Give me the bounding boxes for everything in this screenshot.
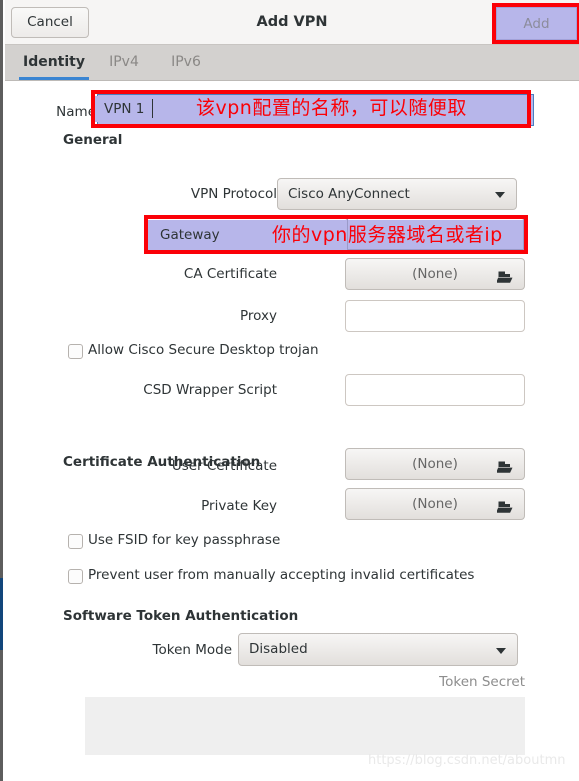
ca-certificate-file-button[interactable]: (None) [345, 258, 525, 290]
vpn-protocol-label: VPN Protocol [190, 186, 277, 202]
user-certificate-label: User Certificate [171, 458, 277, 474]
token-secret-textarea[interactable] [85, 697, 525, 755]
prevent-invalid-certs-label: Prevent user from manually accepting inv… [88, 567, 475, 583]
private-key-label: Private Key [201, 498, 277, 514]
name-label: Name [56, 104, 96, 120]
name-input-value-overlay: VPN 1 [104, 101, 145, 117]
tab-identity[interactable]: Identity [19, 45, 89, 80]
csd-wrapper-script-input[interactable] [345, 374, 525, 406]
chevron-down-icon [496, 647, 506, 654]
use-fsid-label: Use FSID for key passphrase [88, 532, 281, 548]
name-annotation-box [91, 90, 531, 128]
proxy-label: Proxy [240, 308, 277, 324]
tab-ipv4[interactable]: IPv4 [101, 45, 147, 80]
csd-wrapper-script-label: CSD Wrapper Script [143, 382, 277, 398]
add-button-highlight-box: Add [492, 3, 579, 44]
text-caret-overlay [152, 99, 153, 118]
proxy-input[interactable] [345, 300, 525, 332]
window-left-edge [0, 0, 3, 781]
token-mode-label: Token Mode [152, 642, 232, 658]
watermark: https://blog.csdn.net/aboutmn [368, 753, 566, 768]
token-mode-select[interactable]: Disabled [238, 633, 518, 666]
prevent-invalid-certs-checkbox[interactable] [68, 569, 83, 584]
header-bar: Add VPN Cancel Add [5, 0, 579, 45]
vpn-protocol-select[interactable]: Cisco AnyConnect [277, 178, 517, 210]
private-key-file-button[interactable]: (None) [345, 488, 525, 520]
section-software-token-authentication: Software Token Authentication [63, 608, 299, 624]
token-secret-label: Token Secret [439, 674, 525, 690]
tab-ipv6[interactable]: IPv6 [163, 45, 209, 80]
gateway-annotation-box [144, 215, 528, 254]
allow-csd-label: Allow Cisco Secure Desktop trojan [88, 342, 319, 358]
ca-certificate-label: CA Certificate [183, 266, 277, 282]
tab-bar: Identity IPv4 IPv6 [5, 45, 579, 81]
window-left-edge-accent [0, 578, 3, 650]
use-fsid-checkbox[interactable] [68, 534, 83, 549]
chevron-down-icon [495, 192, 505, 198]
file-open-icon [496, 496, 514, 513]
file-open-icon [496, 266, 514, 283]
identity-form: Name VPN 1 General VPN Protocol Cisco An… [7, 82, 579, 781]
user-certificate-file-button[interactable]: (None) [345, 448, 525, 480]
section-general: General [63, 132, 123, 148]
add-button[interactable]: Add [496, 7, 577, 40]
file-open-icon [496, 456, 514, 473]
cancel-button[interactable]: Cancel [11, 7, 89, 38]
vpn-protocol-value: Cisco AnyConnect [288, 186, 410, 202]
token-mode-value: Disabled [249, 641, 308, 657]
allow-csd-checkbox[interactable] [68, 344, 83, 359]
add-vpn-dialog: Add VPN Cancel Add Identity IPv4 IPv6 Na… [0, 0, 579, 781]
